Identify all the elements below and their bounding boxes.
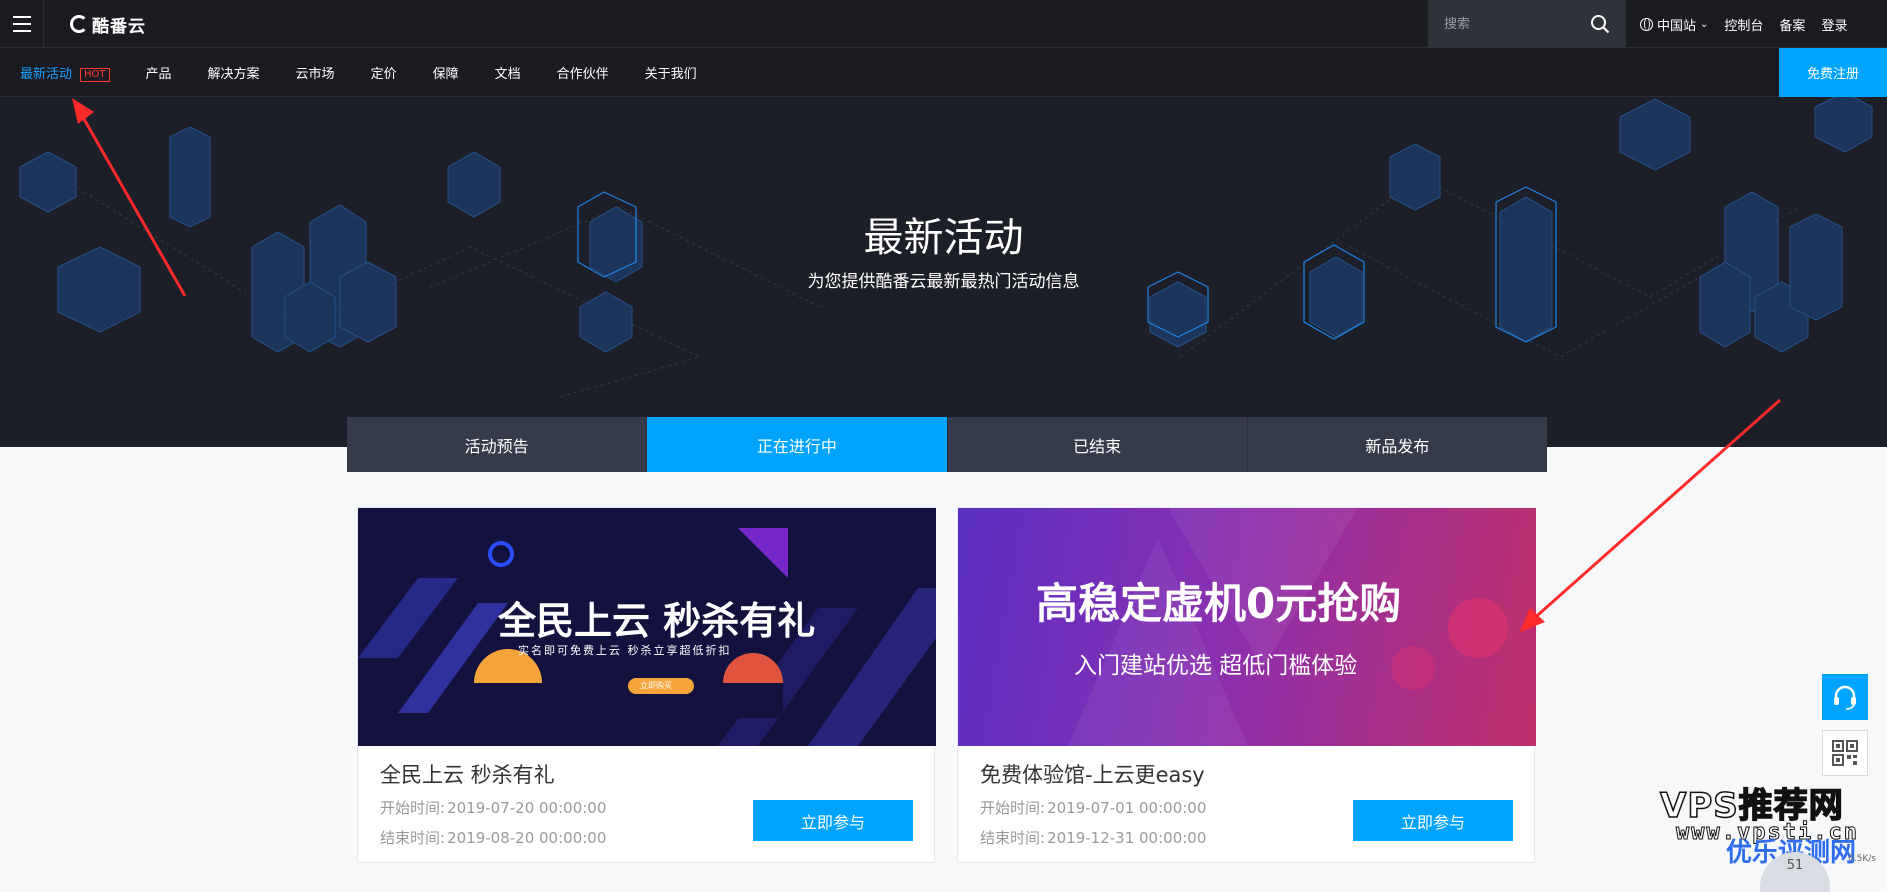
qrcode-button[interactable] — [1822, 730, 1868, 776]
speed-value: 51 — [1786, 858, 1804, 873]
support-button[interactable] — [1822, 674, 1868, 720]
annotation-arrows — [72, 98, 1781, 632]
qrcode-icon — [1832, 740, 1858, 766]
headset-icon — [1834, 685, 1856, 710]
speed-unit: 0.5K/s — [1848, 854, 1876, 864]
